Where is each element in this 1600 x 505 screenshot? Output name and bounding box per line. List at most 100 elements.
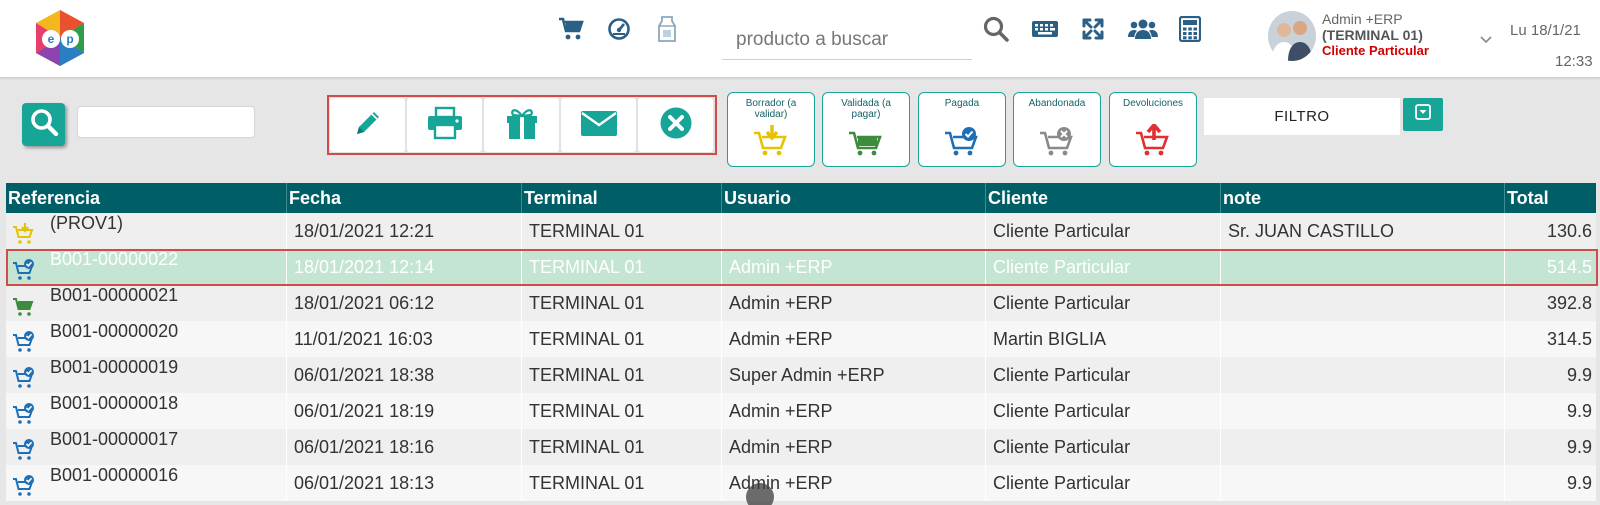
reference-text: B001-00000021: [50, 285, 179, 305]
gift-icon: [504, 105, 540, 146]
cart-times-icon: [1036, 124, 1080, 158]
table-row[interactable]: B001-00000019 06/01/2021 18:38 TERMINAL 01…: [6, 357, 1596, 393]
cell-note: Sr. JUAN CASTILLO: [1221, 213, 1505, 249]
ticket-search-button[interactable]: [22, 103, 65, 146]
col-usuario[interactable]: Usuario: [722, 183, 986, 213]
chevron-down-icon[interactable]: [1478, 32, 1494, 46]
tickets-table: Referencia Fecha Terminal Usuario Client…: [6, 183, 1596, 501]
cell-terminal: TERMINAL 01: [522, 285, 722, 321]
erp-logo[interactable]: e p: [32, 8, 88, 68]
table-row[interactable]: B001-00000020 11/01/2021 16:03 TERMINAL 01…: [6, 321, 1596, 357]
cart-check-icon: [12, 329, 36, 352]
cart-upload-icon: [1132, 122, 1176, 158]
user-terminal: (TERMINAL 01): [1322, 27, 1423, 43]
cell-note: [1221, 285, 1505, 321]
cell-note: [1221, 249, 1505, 285]
current-time: 12:33: [1555, 53, 1593, 70]
svg-text:p: p: [66, 32, 73, 46]
status-draft-button[interactable]: Borrador (a validar): [727, 92, 815, 167]
cell-referencia: B001-00000017: [6, 429, 287, 465]
col-cliente[interactable]: Cliente: [986, 183, 1221, 213]
action-buttons-group: [327, 95, 717, 155]
users-icon[interactable]: [1126, 14, 1160, 44]
cart-icon[interactable]: [556, 14, 586, 44]
cart-download-icon: [12, 221, 36, 244]
table-row[interactable]: (PROV1) 18/01/2021 12:21 TERMINAL 01 Client…: [6, 213, 1596, 249]
cell-usuario: Super Admin +ERP: [722, 357, 986, 393]
table-body: (PROV1) 18/01/2021 12:21 TERMINAL 01 Client…: [6, 213, 1596, 501]
cell-terminal: TERMINAL 01: [522, 429, 722, 465]
cell-terminal: TERMINAL 01: [522, 393, 722, 429]
cell-fecha: 18/01/2021 12:14: [287, 249, 522, 285]
cart-check-icon: [12, 473, 36, 496]
col-terminal[interactable]: Terminal: [522, 183, 722, 213]
cell-cliente: Cliente Particular: [986, 393, 1221, 429]
cell-cliente: Cliente Particular: [986, 465, 1221, 501]
status-paid-button[interactable]: Pagada: [918, 92, 1006, 167]
cancel-button[interactable]: [638, 98, 713, 152]
col-fecha[interactable]: Fecha: [287, 183, 522, 213]
col-note[interactable]: note: [1221, 183, 1505, 213]
reference-text: B001-00000018: [50, 393, 179, 413]
table-row[interactable]: B001-00000017 06/01/2021 18:16 TERMINAL 01…: [6, 429, 1596, 465]
status-validated-label: Validada (a pagar): [841, 98, 891, 120]
cart-check-icon: [12, 257, 36, 280]
current-date: Lu 18/1/21: [1510, 22, 1581, 39]
reference-text: B001-00000016: [50, 465, 179, 485]
cell-total: 9.9: [1566, 365, 1592, 385]
table-row[interactable]: B001-00000021 18/01/2021 06:12 TERMINAL 01…: [6, 285, 1596, 321]
cell-fecha: 06/01/2021 18:38: [287, 357, 522, 393]
cart-icon: [12, 293, 36, 316]
cell-total: 9.9: [1566, 473, 1592, 493]
col-total[interactable]: Total: [1505, 183, 1596, 213]
calculator-icon[interactable]: [1175, 14, 1205, 44]
status-abandoned-button[interactable]: Abandonada: [1013, 92, 1101, 167]
reference-text: B001-00000022: [50, 249, 179, 269]
cell-cliente: Cliente Particular: [986, 213, 1221, 249]
reference-text: B001-00000017: [50, 429, 179, 449]
table-header: Referencia Fecha Terminal Usuario Client…: [6, 183, 1596, 213]
cell-usuario: Admin +ERP: [722, 249, 986, 285]
cell-total: 514.5: [1546, 257, 1592, 277]
cell-usuario: Admin +ERP: [722, 393, 986, 429]
product-search-input[interactable]: [722, 20, 972, 60]
cell-referencia: B001-00000016: [6, 465, 287, 501]
svg-text:e: e: [48, 32, 55, 46]
status-validated-button[interactable]: Validada (a pagar): [822, 92, 910, 167]
table-row[interactable]: B001-00000018 06/01/2021 18:19 TERMINAL 01…: [6, 393, 1596, 429]
caret-square-down-icon: [1415, 104, 1431, 125]
cell-terminal: TERMINAL 01: [522, 357, 722, 393]
cart-check-icon: [12, 437, 36, 460]
milk-carton-icon[interactable]: [652, 14, 682, 44]
filter-toggle-button[interactable]: [1403, 98, 1443, 131]
table-row[interactable]: B001-00000022 18/01/2021 12:14 TERMINAL 01…: [6, 249, 1596, 285]
status-abandoned-label: Abandonada: [1028, 98, 1086, 109]
cell-fecha: 06/01/2021 18:19: [287, 393, 522, 429]
table-row[interactable]: B001-00000016 06/01/2021 18:13 TERMINAL 01…: [6, 465, 1596, 501]
cell-total: 392.8: [1546, 293, 1592, 313]
cell-terminal: TERMINAL 01: [522, 321, 722, 357]
status-returns-button[interactable]: Devoluciones: [1109, 92, 1197, 167]
email-button[interactable]: [561, 98, 636, 152]
cell-note: [1221, 465, 1505, 501]
col-referencia[interactable]: Referencia: [6, 183, 287, 213]
print-button[interactable]: [407, 98, 482, 152]
ticket-search-input[interactable]: [77, 106, 255, 138]
cell-referencia: B001-00000020: [6, 321, 287, 357]
cell-referencia: (PROV1): [6, 213, 287, 249]
cart-download-icon: [750, 124, 794, 158]
tachometer-icon[interactable]: [604, 14, 634, 44]
search-icon[interactable]: [981, 14, 1011, 44]
cell-total: 130.6: [1546, 221, 1592, 241]
cell-total: 9.9: [1566, 437, 1592, 457]
edit-button[interactable]: [330, 98, 405, 152]
keyboard-icon[interactable]: [1028, 14, 1062, 44]
user-avatar[interactable]: [1268, 11, 1316, 61]
current-client: Cliente Particular: [1322, 43, 1429, 58]
expand-icon[interactable]: [1078, 14, 1108, 44]
cell-total: 9.9: [1566, 401, 1592, 421]
cell-total: 314.5: [1546, 329, 1592, 349]
reference-text: (PROV1): [50, 213, 124, 233]
gift-button[interactable]: [484, 98, 559, 152]
cell-usuario: Admin +ERP: [722, 321, 986, 357]
